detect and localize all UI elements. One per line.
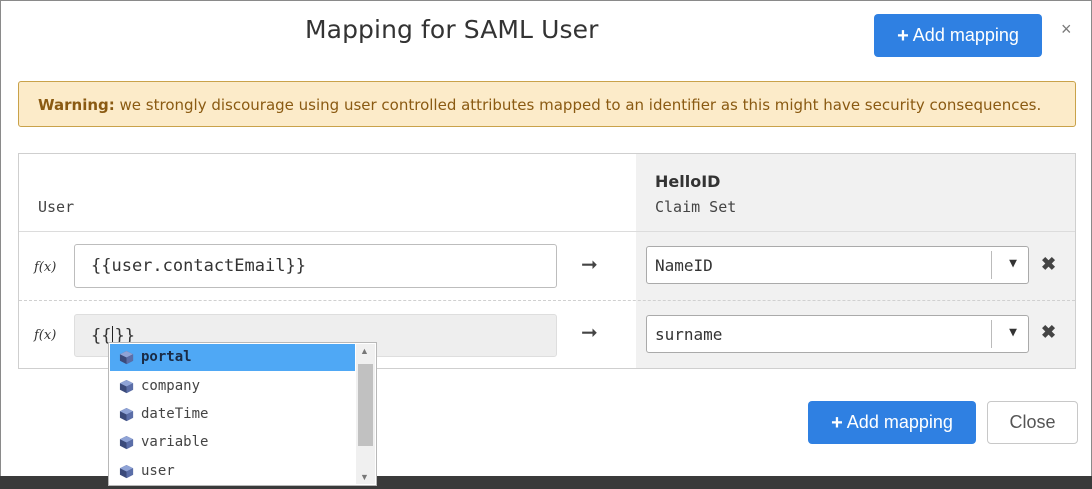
expression-input[interactable]: {{user.contactEmail}} xyxy=(74,244,557,288)
autocomplete-dropdown: portal company dateTime variable user ▲ … xyxy=(108,342,377,486)
function-icon[interactable]: f(x) xyxy=(34,260,56,275)
plus-icon: + xyxy=(831,411,843,434)
arrow-right-icon: ➞ xyxy=(581,322,598,344)
autocomplete-item-label: company xyxy=(141,378,201,394)
claim-select[interactable]: NameID ▼ xyxy=(646,246,1029,284)
scroll-down-icon[interactable]: ▼ xyxy=(360,472,369,482)
arrow-right-icon: ➞ xyxy=(581,254,598,276)
helloid-column-title: HelloID xyxy=(655,172,721,191)
mapping-table: User HelloID Claim Set f(x) {{user.conta… xyxy=(18,153,1076,369)
claim-select-value: surname xyxy=(655,325,723,344)
autocomplete-item[interactable]: user xyxy=(110,458,355,485)
plus-icon: + xyxy=(897,24,909,47)
remove-icon[interactable]: ✖ xyxy=(1041,322,1056,343)
select-separator xyxy=(991,251,992,279)
add-mapping-button-top[interactable]: + Add mapping xyxy=(874,14,1042,57)
object-cube-icon xyxy=(119,435,134,450)
autocomplete-item[interactable]: variable xyxy=(110,429,355,456)
autocomplete-item[interactable]: company xyxy=(110,373,355,400)
scrollbar-thumb[interactable] xyxy=(358,364,373,446)
autocomplete-item-label: dateTime xyxy=(141,406,209,422)
remove-icon[interactable]: ✖ xyxy=(1041,254,1056,275)
modal-title: Mapping for SAML User xyxy=(305,15,599,44)
warning-text: we strongly discourage using user contro… xyxy=(114,96,1042,114)
add-mapping-label: Add mapping xyxy=(846,412,953,432)
autocomplete-scrollbar[interactable]: ▲ ▼ xyxy=(356,344,375,484)
add-mapping-label: Add mapping xyxy=(912,25,1019,45)
row-divider xyxy=(19,300,1075,301)
add-mapping-button-bottom[interactable]: + Add mapping xyxy=(808,401,976,444)
warning-alert: Warning: we strongly discourage using us… xyxy=(18,81,1076,127)
chevron-down-icon[interactable]: ▼ xyxy=(1009,256,1017,271)
warning-label: Warning: xyxy=(38,96,115,114)
autocomplete-item-label: portal xyxy=(141,349,192,365)
header-divider xyxy=(19,231,1075,232)
autocomplete-item[interactable]: portal xyxy=(110,344,355,371)
helloid-column-subtitle: Claim Set xyxy=(655,198,737,216)
autocomplete-item-label: variable xyxy=(141,434,209,450)
object-cube-icon xyxy=(119,407,134,422)
autocomplete-item[interactable]: dateTime xyxy=(110,401,355,428)
autocomplete-item-label: user xyxy=(141,463,175,479)
function-icon[interactable]: f(x) xyxy=(34,328,56,343)
user-column-header: User xyxy=(38,198,75,216)
chevron-down-icon[interactable]: ▼ xyxy=(1009,325,1017,340)
close-icon[interactable]: × xyxy=(1061,19,1072,40)
close-button[interactable]: Close xyxy=(987,401,1078,444)
select-separator xyxy=(991,320,992,348)
claim-select[interactable]: surname ▼ xyxy=(646,315,1029,353)
scroll-up-icon[interactable]: ▲ xyxy=(360,346,369,356)
object-cube-icon xyxy=(119,464,134,479)
object-cube-icon xyxy=(119,379,134,394)
claim-select-value: NameID xyxy=(655,256,713,275)
object-cube-icon xyxy=(119,350,134,365)
